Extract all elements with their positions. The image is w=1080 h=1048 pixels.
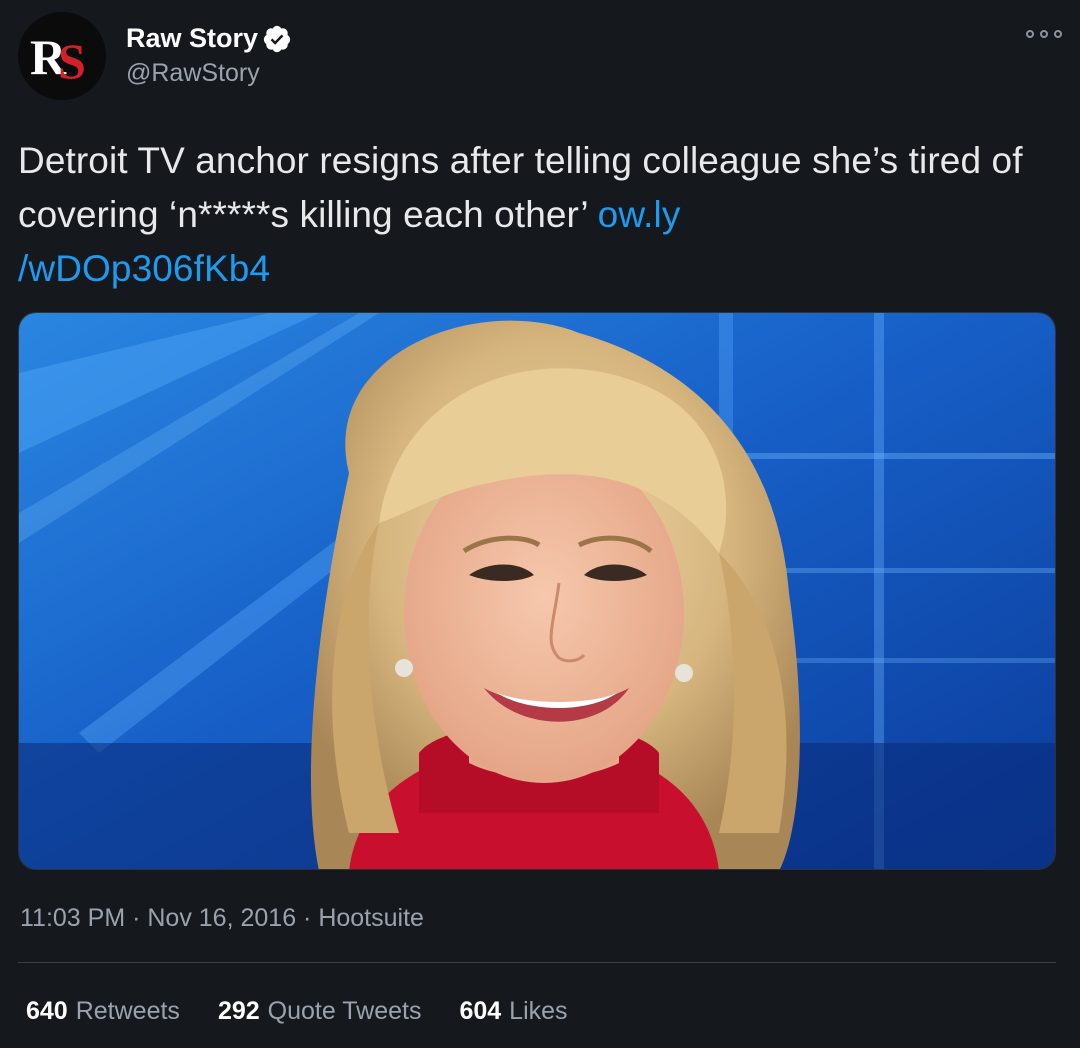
divider (18, 962, 1056, 963)
author-display-name[interactable]: Raw Story (126, 22, 258, 54)
tweet-link-part1[interactable]: ow.ly (598, 194, 681, 235)
likes-label: Likes (509, 997, 568, 1025)
quote-tweets-stat[interactable]: 292 Quote Tweets (218, 993, 422, 1029)
tweet-body-text: Detroit TV anchor resigns after telling … (18, 140, 1023, 235)
tweet-date[interactable]: Nov 16, 2016 (147, 904, 296, 932)
tweet-link-part2[interactable]: /wDOp306fKb4 (18, 248, 270, 289)
author-handle[interactable]: @RawStory (126, 58, 260, 88)
more-dot-icon (1026, 30, 1034, 38)
avatar[interactable]: R S (18, 12, 106, 100)
tweet-stats: 640 Retweets 292 Quote Tweets 604 Likes (26, 993, 606, 1029)
verified-badge-icon (263, 25, 291, 53)
likes-count: 604 (459, 997, 502, 1025)
more-dot-icon (1040, 30, 1048, 38)
more-dot-icon (1054, 30, 1062, 38)
tweet-media-photo[interactable] (18, 312, 1056, 870)
retweets-count: 640 (26, 997, 68, 1025)
more-options-icon[interactable] (1026, 26, 1062, 42)
likes-stat[interactable]: 604 Likes (459, 993, 567, 1029)
tweet-meta: 11:03 PM · Nov 16, 2016 · Hootsuite (20, 900, 424, 936)
svg-text:S: S (58, 33, 86, 89)
tweet-time[interactable]: 11:03 PM (20, 904, 125, 932)
retweets-label: Retweets (75, 997, 180, 1025)
tweet-card: R S Raw Story @RawStory Detroit TV ancho… (0, 0, 1080, 1048)
quote-tweets-count: 292 (217, 997, 260, 1025)
meta-separator: · (296, 904, 319, 932)
quote-tweets-label: Quote Tweets (267, 997, 422, 1025)
tweet-source[interactable]: Hootsuite (318, 904, 424, 932)
news-anchor-photo-icon (19, 313, 1055, 869)
retweets-stat[interactable]: 640 Retweets (26, 993, 180, 1029)
raw-story-logo-icon: R S (18, 12, 106, 100)
meta-separator: · (125, 904, 148, 932)
tweet-text: Detroit TV anchor resigns after telling … (18, 134, 1038, 296)
